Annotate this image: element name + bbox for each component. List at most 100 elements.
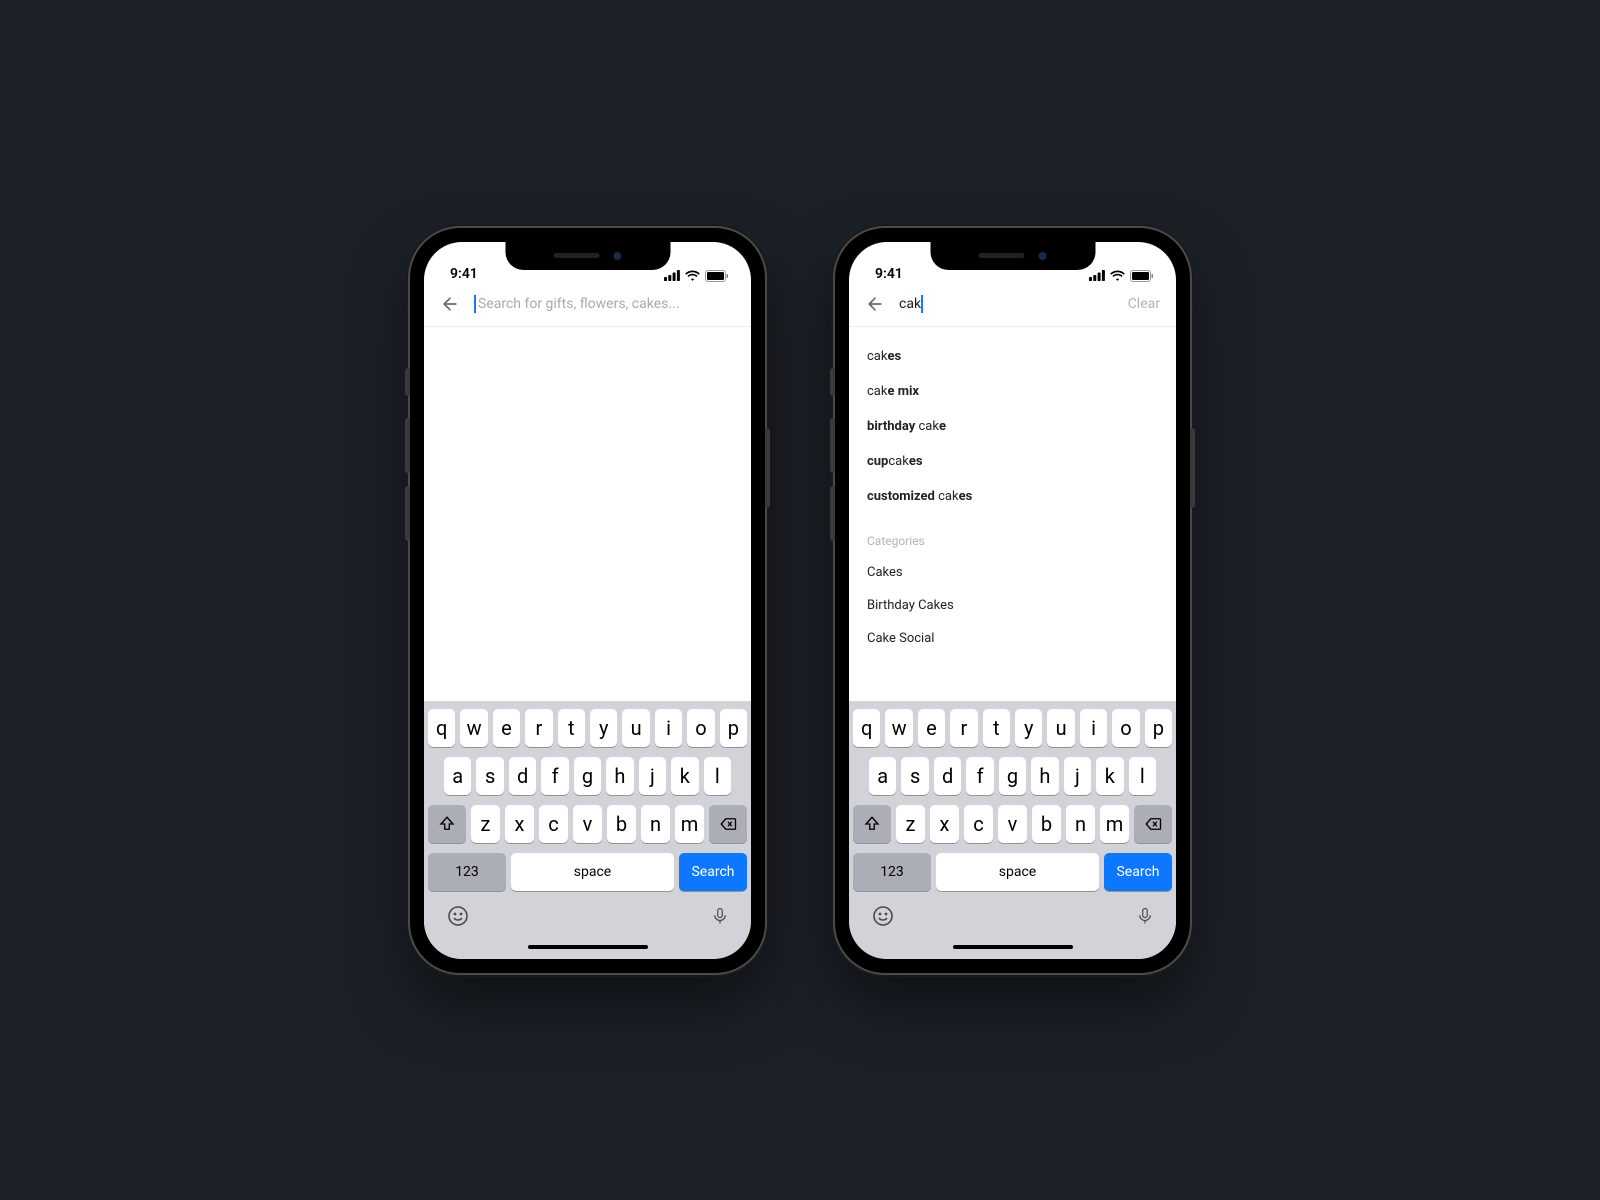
category-item[interactable]: Cakes <box>867 556 1158 589</box>
key-a[interactable]: a <box>444 757 471 795</box>
key-w[interactable]: w <box>460 709 487 747</box>
key-c[interactable]: c <box>539 805 568 843</box>
device-notch <box>930 242 1095 270</box>
back-button[interactable] <box>440 294 460 314</box>
search-placeholder: Search for gifts, flowers, cakes... <box>478 296 679 312</box>
key-l[interactable]: l <box>704 757 731 795</box>
clear-button[interactable]: Clear <box>1128 296 1160 312</box>
home-indicator[interactable] <box>953 945 1073 949</box>
key-numeric[interactable]: 123 <box>428 853 506 891</box>
key-h[interactable]: h <box>606 757 633 795</box>
key-w[interactable]: w <box>885 709 912 747</box>
key-s[interactable]: s <box>901 757 928 795</box>
key-y[interactable]: y <box>1015 709 1042 747</box>
keyboard-row-2: a s d f g h j k l <box>853 757 1172 795</box>
key-search[interactable]: Search <box>679 853 747 891</box>
key-shift[interactable] <box>853 805 891 843</box>
search-input[interactable]: cak <box>899 295 1114 313</box>
key-space[interactable]: space <box>936 853 1099 891</box>
key-u[interactable]: u <box>622 709 649 747</box>
key-p[interactable]: p <box>1145 709 1172 747</box>
wifi-icon <box>1110 270 1125 281</box>
cellular-icon <box>664 270 680 281</box>
dictation-button[interactable] <box>1136 904 1154 932</box>
key-j[interactable]: j <box>639 757 666 795</box>
keyboard-row-4: 123 space Search <box>853 853 1172 891</box>
keyboard: q w e r t y u i o p a s d f g h j k l <box>849 701 1176 959</box>
key-c[interactable]: c <box>964 805 993 843</box>
key-f[interactable]: f <box>541 757 568 795</box>
keyboard-row-3: z x c v b n m <box>853 805 1172 843</box>
key-l[interactable]: l <box>1129 757 1156 795</box>
suggestion-item[interactable]: customized cakes <box>867 479 1158 514</box>
home-indicator[interactable] <box>528 945 648 949</box>
key-a[interactable]: a <box>869 757 896 795</box>
key-s[interactable]: s <box>476 757 503 795</box>
key-x[interactable]: x <box>930 805 959 843</box>
key-o[interactable]: o <box>1112 709 1139 747</box>
key-k[interactable]: k <box>671 757 698 795</box>
key-j[interactable]: j <box>1064 757 1091 795</box>
key-shift[interactable] <box>428 805 466 843</box>
key-i[interactable]: i <box>655 709 682 747</box>
key-z[interactable]: z <box>471 805 500 843</box>
search-typed-text: cak <box>899 296 921 312</box>
key-r[interactable]: r <box>950 709 977 747</box>
key-space[interactable]: space <box>511 853 674 891</box>
key-g[interactable]: g <box>999 757 1026 795</box>
key-b[interactable]: b <box>1032 805 1061 843</box>
suggestion-item[interactable]: cake mix <box>867 374 1158 409</box>
key-q[interactable]: q <box>428 709 455 747</box>
dictation-button[interactable] <box>711 904 729 932</box>
key-g[interactable]: g <box>574 757 601 795</box>
key-n[interactable]: n <box>641 805 670 843</box>
key-d[interactable]: d <box>934 757 961 795</box>
key-h[interactable]: h <box>1031 757 1058 795</box>
key-m[interactable]: m <box>675 805 704 843</box>
key-e[interactable]: e <box>493 709 520 747</box>
suggestion-item[interactable]: cakes <box>867 339 1158 374</box>
shift-icon <box>863 815 881 833</box>
key-o[interactable]: o <box>687 709 714 747</box>
key-numeric[interactable]: 123 <box>853 853 931 891</box>
suggestion-item[interactable]: cupcakes <box>867 444 1158 479</box>
results-area: cakes cake mix birthday cake cupcakes cu… <box>849 327 1176 701</box>
key-y[interactable]: y <box>590 709 617 747</box>
search-input[interactable]: Search for gifts, flowers, cakes... <box>474 295 735 313</box>
key-v[interactable]: v <box>573 805 602 843</box>
key-t[interactable]: t <box>983 709 1010 747</box>
key-backspace[interactable] <box>709 805 747 843</box>
emoji-button[interactable] <box>871 904 895 932</box>
key-e[interactable]: e <box>918 709 945 747</box>
key-i[interactable]: i <box>1080 709 1107 747</box>
key-v[interactable]: v <box>998 805 1027 843</box>
category-item[interactable]: Cake Social <box>867 622 1158 655</box>
phone-mockup-empty: 9:41 Search for gifts, flowers, cakes... <box>410 228 765 973</box>
status-time: 9:41 <box>875 266 903 282</box>
key-r[interactable]: r <box>525 709 552 747</box>
back-button[interactable] <box>865 294 885 314</box>
key-z[interactable]: z <box>896 805 925 843</box>
key-u[interactable]: u <box>1047 709 1074 747</box>
key-f[interactable]: f <box>966 757 993 795</box>
key-search[interactable]: Search <box>1104 853 1172 891</box>
key-backspace[interactable] <box>1134 805 1172 843</box>
text-cursor <box>921 295 923 313</box>
key-x[interactable]: x <box>505 805 534 843</box>
key-m[interactable]: m <box>1100 805 1129 843</box>
text-cursor <box>474 295 476 313</box>
key-b[interactable]: b <box>607 805 636 843</box>
key-k[interactable]: k <box>1096 757 1123 795</box>
keyboard-row-3: z x c v b n m <box>428 805 747 843</box>
key-q[interactable]: q <box>853 709 880 747</box>
emoji-button[interactable] <box>446 904 470 932</box>
key-d[interactable]: d <box>509 757 536 795</box>
key-n[interactable]: n <box>1066 805 1095 843</box>
key-t[interactable]: t <box>558 709 585 747</box>
battery-icon <box>1130 270 1154 282</box>
suggestion-item[interactable]: birthday cake <box>867 409 1158 444</box>
key-p[interactable]: p <box>720 709 747 747</box>
category-item[interactable]: Birthday Cakes <box>867 589 1158 622</box>
wifi-icon <box>685 270 700 281</box>
search-header: Search for gifts, flowers, cakes... <box>424 286 751 327</box>
